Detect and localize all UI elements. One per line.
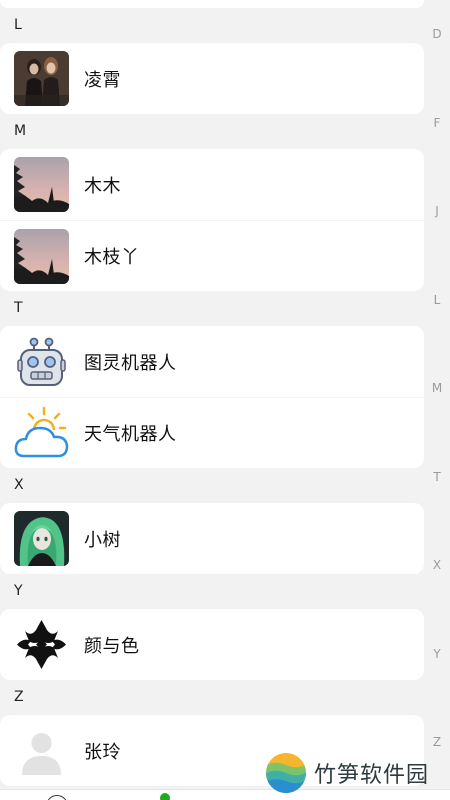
contact-item[interactable]: 天气机器人 <box>0 397 424 468</box>
contact-name: 天气机器人 <box>84 424 177 445</box>
tab-active-dot-icon[interactable] <box>160 793 170 800</box>
index-letter-y[interactable]: Y <box>424 644 450 733</box>
avatar <box>14 511 69 566</box>
section-header-y: Y <box>0 574 424 609</box>
contact-name: 木木 <box>84 175 121 197</box>
avatar <box>14 405 69 461</box>
contact-item[interactable]: 木木 <box>0 149 424 220</box>
anime-girl-green-icon <box>14 511 69 566</box>
watermark: 竹笋软件园 <box>265 752 429 794</box>
index-letter-x[interactable]: X <box>424 555 450 644</box>
weather-icon <box>14 406 69 457</box>
contact-name: 颜与色 <box>84 635 140 657</box>
contact-item[interactable]: 凌霄 <box>0 43 424 114</box>
section-card-m: 木木 木枝丫 <box>0 149 424 291</box>
avatar <box>14 51 69 106</box>
black-emblem-icon <box>17 620 66 669</box>
tab-circle-icon[interactable] <box>46 795 68 800</box>
contacts-screen: L 凌霄 M 木木 木枝丫 T 图灵机器人 天气机器人 X 小树 Y 颜与色 Z… <box>0 0 450 800</box>
photo-sunset-trees-icon <box>14 228 69 284</box>
section-header-z: Z <box>0 680 424 715</box>
contact-item[interactable]: 木枝丫 <box>0 220 424 291</box>
avatar <box>14 723 69 778</box>
list-top-edge <box>0 0 424 8</box>
avatar <box>14 617 69 672</box>
section-card-y: 颜与色 <box>0 609 424 680</box>
avatar <box>14 334 69 389</box>
section-card-x: 小树 <box>0 503 424 574</box>
section-header-x: X <box>0 468 424 503</box>
section-header-l: L <box>0 8 424 43</box>
avatar <box>14 157 69 212</box>
default-person-icon <box>22 733 61 775</box>
photo-couple-icon <box>14 51 69 106</box>
section-card-l: 凌霄 <box>0 43 424 114</box>
watermark-text: 竹笋软件园 <box>314 763 430 788</box>
contact-name: 图灵机器人 <box>84 352 177 374</box>
index-letter-d[interactable]: D <box>424 24 450 113</box>
section-header-m: M <box>0 114 424 149</box>
contact-name: 凌霄 <box>84 69 121 91</box>
contact-list[interactable]: L 凌霄 M 木木 木枝丫 T 图灵机器人 天气机器人 X 小树 Y 颜与色 Z… <box>0 0 424 786</box>
robot-icon <box>17 337 66 386</box>
index-letter-l[interactable]: L <box>424 290 450 379</box>
section-card-t: 图灵机器人 天气机器人 <box>0 326 424 468</box>
section-header-t: T <box>0 291 424 326</box>
contact-name: 张玲 <box>84 741 121 763</box>
watermark-logo-icon <box>266 753 306 793</box>
index-letter-m[interactable]: M <box>424 378 450 467</box>
contact-name: 木枝丫 <box>84 247 140 268</box>
alphabet-index[interactable]: D F J L M T X Y Z <box>424 24 450 800</box>
photo-sunset-trees-icon <box>14 157 69 212</box>
contact-item[interactable]: 图灵机器人 <box>0 326 424 397</box>
avatar <box>14 228 69 284</box>
index-letter-t[interactable]: T <box>424 467 450 556</box>
index-letter-f[interactable]: F <box>424 113 450 202</box>
contact-item[interactable]: 颜与色 <box>0 609 424 680</box>
contact-name: 小树 <box>84 529 121 551</box>
index-letter-j[interactable]: J <box>424 201 450 290</box>
contact-item[interactable]: 小树 <box>0 503 424 574</box>
